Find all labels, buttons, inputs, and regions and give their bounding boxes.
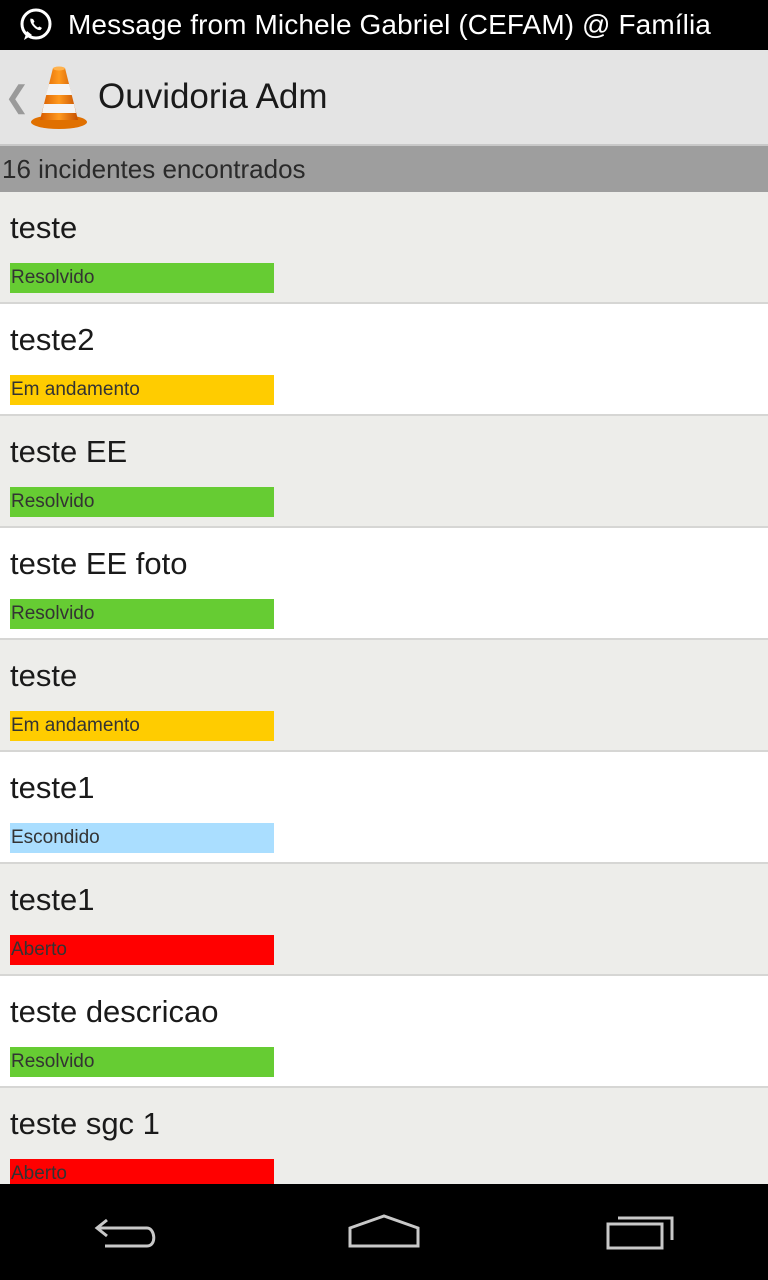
recent-apps-icon [606,1216,674,1250]
incident-title: teste descricao [10,994,219,1029]
incident-list[interactable]: teste Resolvido teste2 Em andamento test… [0,192,768,1184]
incident-title: teste2 [10,322,95,357]
whatsapp-icon [20,8,52,40]
recent-apps-button[interactable] [580,1202,700,1262]
status-bar: Message from Michele Gabriel (CEFAM) @ F… [0,0,768,50]
list-item[interactable]: teste1 Aberto [0,864,768,976]
status-badge: Resolvido [10,1047,274,1077]
list-item[interactable]: teste2 Em andamento [0,304,768,416]
chevron-left-icon[interactable]: ❮ [4,80,29,115]
status-badge: Escondido [10,823,274,853]
list-item[interactable]: teste EE foto Resolvido [0,528,768,640]
traffic-cone-icon[interactable] [28,64,90,130]
status-badge: Resolvido [10,487,274,517]
status-badge: Aberto [10,1159,274,1184]
incident-title: teste EE foto [10,546,188,581]
list-item[interactable]: teste Resolvido [0,192,768,304]
home-icon [348,1214,420,1248]
incident-title: teste [10,658,78,693]
list-item[interactable]: teste sgc 1 Aberto [0,1088,768,1184]
home-button[interactable] [324,1202,444,1262]
notification-text: Message from Michele Gabriel (CEFAM) @ F… [68,9,711,40]
status-badge: Em andamento [10,375,274,405]
list-item[interactable]: teste EE Resolvido [0,416,768,528]
incident-count-header: 16 incidentes encontrados [0,146,768,192]
list-item[interactable]: teste descricao Resolvido [0,976,768,1088]
incident-title: teste sgc 1 [10,1106,160,1141]
status-badge: Resolvido [10,599,274,629]
incident-title: teste1 [10,882,95,917]
incident-title: teste EE [10,434,128,469]
list-item[interactable]: teste1 Escondido [0,752,768,864]
action-bar: ❮ Ouvidoria Adm [0,50,768,146]
list-item[interactable]: teste Em andamento [0,640,768,752]
status-badge: Em andamento [10,711,274,741]
back-button[interactable] [68,1202,188,1262]
status-badge: Resolvido [10,263,274,293]
page-title: Ouvidoria Adm [98,77,328,116]
incident-title: teste1 [10,770,95,805]
navigation-bar [0,1184,768,1280]
status-badge: Aberto [10,935,274,965]
incident-count-text: 16 incidentes encontrados [2,153,306,184]
back-arrow-icon [94,1218,156,1248]
incident-title: teste [10,210,78,245]
